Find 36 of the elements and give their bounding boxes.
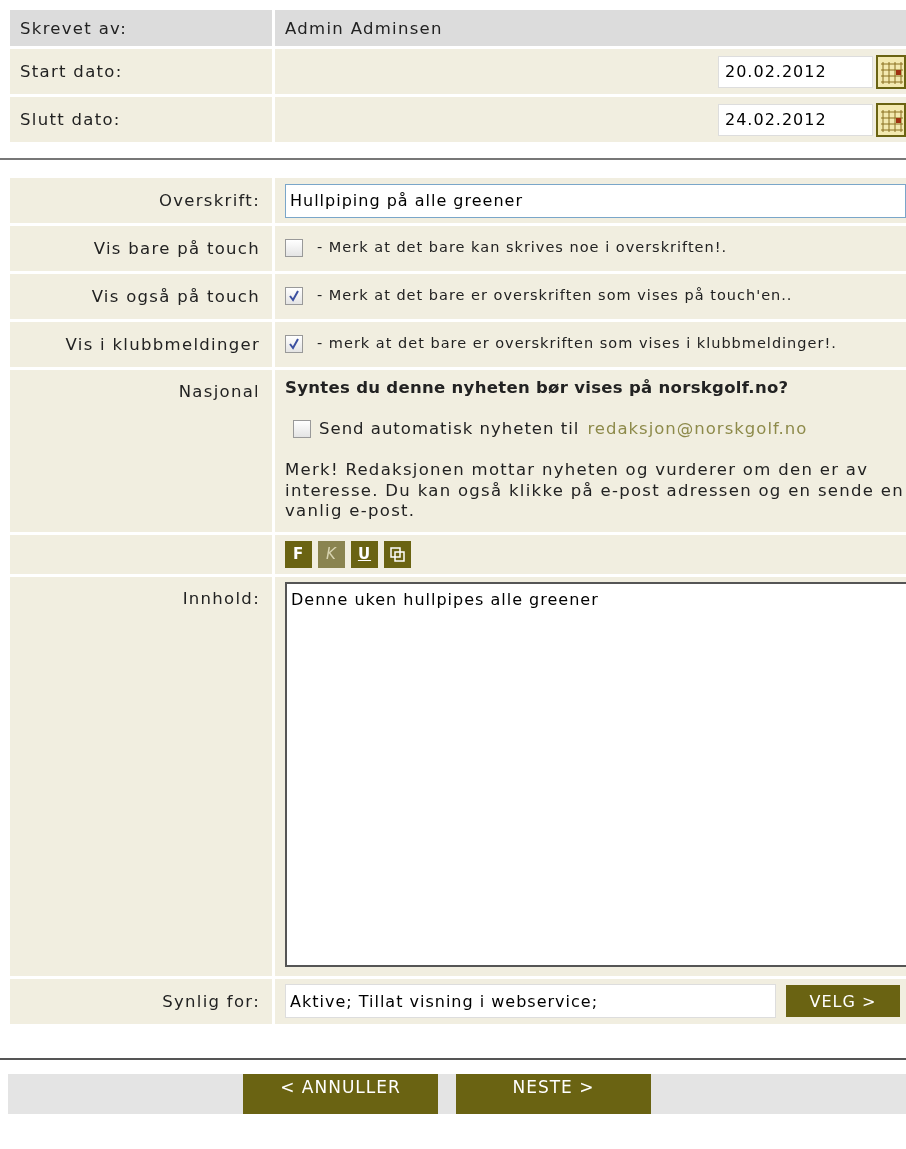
option-note: - Merk at det bare kan skrives noe i overskriften!.	[317, 238, 728, 257]
email-link[interactable]: redaksjon@norskgolf.no	[587, 419, 808, 438]
calendar-icon[interactable]	[876, 54, 906, 89]
select-button[interactable]: VELG >	[786, 985, 900, 1018]
content-field[interactable]: Denne uken hullpipes alle greener	[285, 581, 906, 967]
calendar-icon[interactable]	[876, 102, 906, 137]
copy-icon	[390, 546, 405, 562]
checkbox[interactable]	[285, 239, 303, 257]
field-label: Skrevet av:	[20, 18, 128, 38]
headline-field[interactable]: Hullpiping på alle greener	[285, 183, 906, 218]
checkbox[interactable]	[293, 419, 311, 438]
question-text: Syntes du denne nyheten bør vises på norskgolf.no?	[285, 378, 790, 397]
option-note: - merk at det bare er overskriften som vises i klubbmeldinger!.	[317, 334, 837, 353]
checkbox[interactable]	[285, 287, 303, 305]
field-label: Vis også på touch	[91, 287, 260, 306]
field-label: Vis i klubbmeldinger	[65, 335, 260, 354]
date-field[interactable]: 24.02.2012	[718, 103, 873, 136]
field-label: Innhold:	[182, 588, 260, 608]
author-name: Admin Adminsen	[285, 18, 443, 38]
copy-button[interactable]	[384, 540, 411, 568]
next-button[interactable]: NESTE >	[456, 1073, 651, 1114]
cancel-button[interactable]: < ANNULLER	[243, 1073, 438, 1114]
field-label: Slutt dato:	[20, 110, 121, 129]
field-label: Synlig for:	[162, 991, 260, 1011]
field-label: Nasjonal	[178, 382, 260, 401]
info-paragraph: Merk! Redaksjonen mottar nyheten og vurderer om den er av interesse. Du kan også klikke på e-post adressen og en sende en vanlig e-post.	[285, 460, 905, 522]
field-label: Vis bare på touch	[93, 239, 260, 258]
bold-button[interactable]: F	[285, 540, 312, 568]
field-label: Start dato:	[20, 62, 123, 81]
checkbox[interactable]	[285, 335, 303, 353]
visibility-field[interactable]: Aktive; Tillat visning i webservice;	[285, 984, 776, 1019]
option-note: - Merk at det bare er overskriften som vises på touch'en..	[317, 286, 793, 305]
underline-button[interactable]: U	[351, 540, 378, 568]
date-field[interactable]: 20.02.2012	[718, 55, 873, 88]
send-label: Send automatisk nyheten til	[319, 419, 580, 438]
field-label: Overskrift:	[158, 191, 260, 210]
